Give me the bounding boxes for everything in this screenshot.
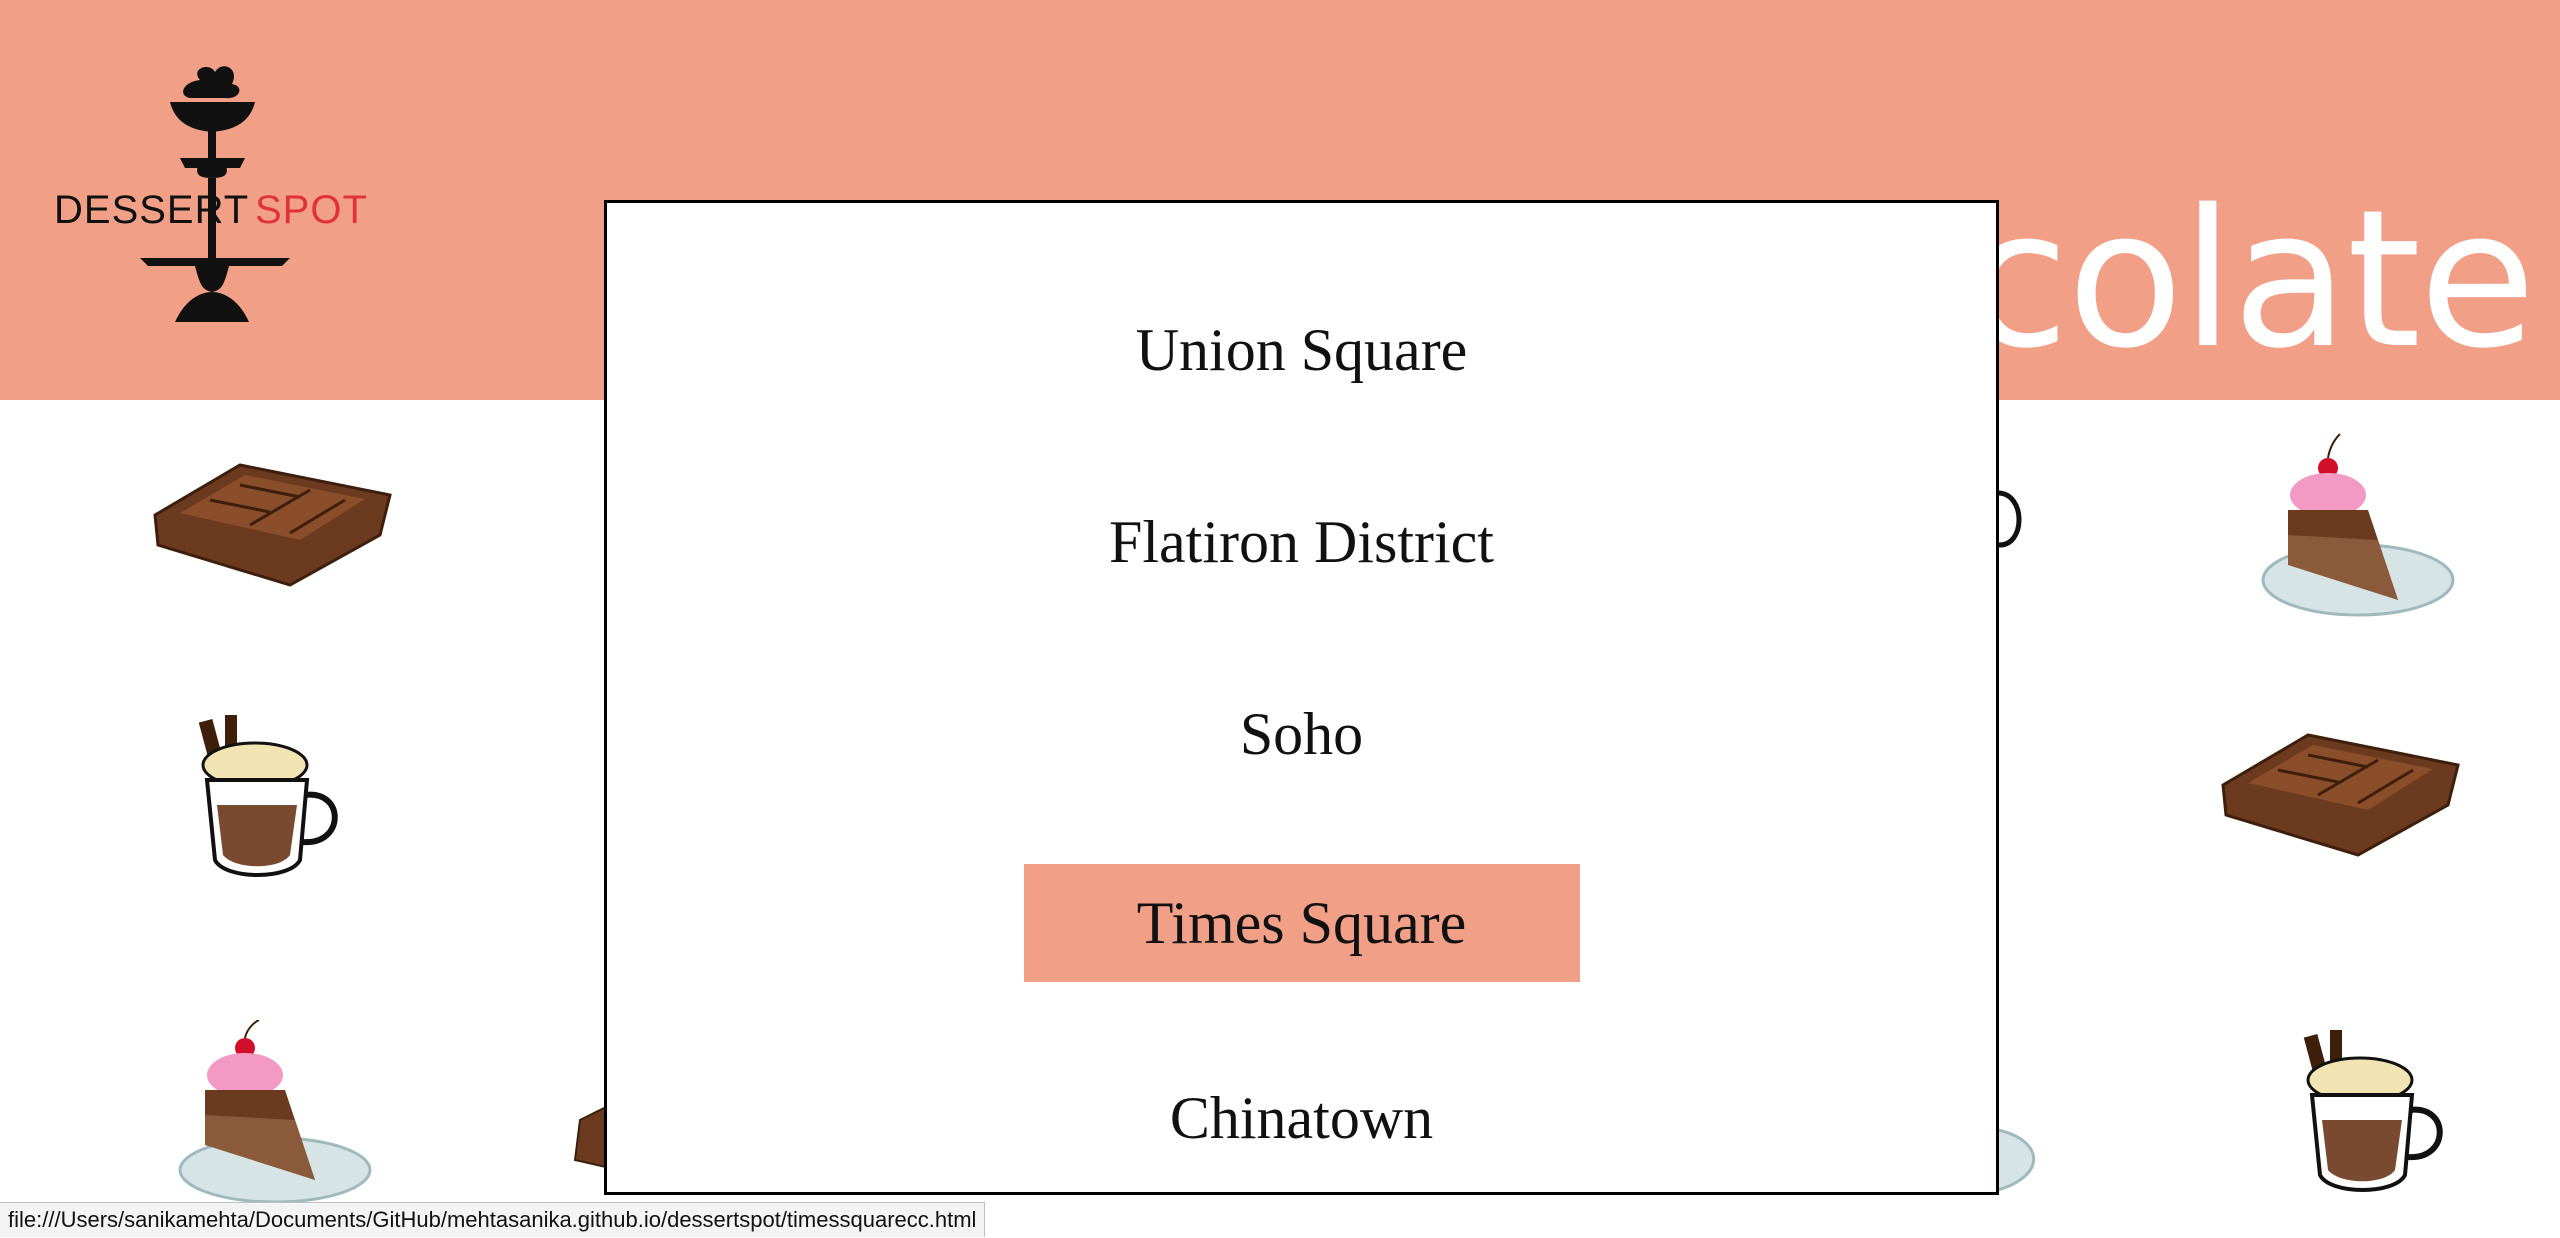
cake-slice-icon [1998, 1128, 2036, 1192]
banner-title: colate [1964, 169, 2536, 390]
logo-word-dessert: DESSERT [54, 188, 250, 232]
status-bar-url: file:///Users/sanikamehta/Documents/GitH… [0, 1202, 986, 1237]
dropdown-item-flatiron-district[interactable]: Flatiron District [1109, 512, 1494, 572]
cake-slice-icon [2261, 433, 2455, 617]
location-dropdown-menu: Union Square Flatiron District Soho Time… [604, 200, 1999, 1195]
hot-chocolate-mug-icon [198, 715, 338, 877]
dropdown-item-times-square[interactable]: Times Square [1023, 864, 1580, 982]
chocolate-bar-icon [2221, 733, 2460, 857]
chocolate-bar-icon [153, 463, 392, 587]
hot-chocolate-mug-icon [1998, 490, 2022, 548]
cake-slice-icon [178, 1020, 372, 1204]
logo-word-spot: SPOT [255, 188, 368, 232]
dropdown-item-union-square[interactable]: Union Square [1136, 320, 1468, 380]
dropdown-item-soho[interactable]: Soho [1240, 704, 1363, 764]
hot-chocolate-mug-icon [2303, 1030, 2443, 1192]
dessert-spot-logo[interactable]: DESSERT SPOT [50, 60, 380, 340]
dropdown-item-chinatown[interactable]: Chinatown [1170, 1088, 1433, 1148]
